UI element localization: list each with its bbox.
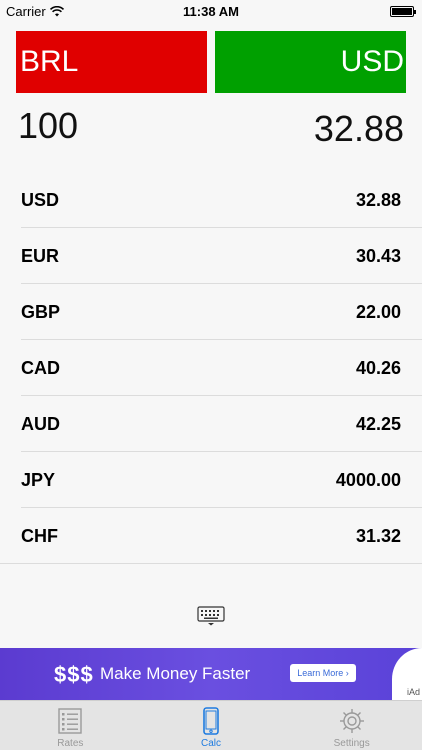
ad-dollars: $$$ xyxy=(54,662,94,687)
rate-value: 22.00 xyxy=(355,301,401,322)
rate-code: GBP xyxy=(21,301,61,322)
rate-value: 32.88 xyxy=(355,189,401,210)
rate-row[interactable]: GBP 22.00 xyxy=(0,284,422,340)
rate-code: USD xyxy=(21,189,60,210)
tab-rates[interactable]: Rates xyxy=(0,701,141,750)
rate-value: 4000.00 xyxy=(335,469,401,490)
phone-icon xyxy=(203,707,219,735)
rates-list: USD 32.88 EUR 30.43 GBP 22.00 CAD 40.26 … xyxy=(0,172,422,564)
rate-row[interactable]: EUR 30.43 xyxy=(0,228,422,284)
rate-row[interactable]: CAD 40.26 xyxy=(0,340,422,396)
to-currency-label: USD xyxy=(340,45,404,78)
rate-code: AUD xyxy=(21,413,60,434)
rate-row[interactable]: AUD 42.25 xyxy=(0,396,422,452)
list-icon xyxy=(58,708,83,734)
from-currency-label: BRL xyxy=(20,45,79,78)
from-currency-button[interactable]: BRL xyxy=(16,31,207,93)
rate-row[interactable]: JPY 4000.00 xyxy=(0,452,422,508)
rate-code: CHF xyxy=(21,525,58,546)
amount-input[interactable]: 100 xyxy=(18,105,78,147)
to-currency-button[interactable]: USD xyxy=(215,31,406,93)
rate-code: CAD xyxy=(21,357,60,378)
battery-icon xyxy=(390,6,416,17)
app-screen: Carrier 11:38 AM BRL USD 100 32.88 USD 3… xyxy=(0,0,422,750)
keyboard-icon[interactable] xyxy=(197,606,225,626)
rate-value: 30.43 xyxy=(355,245,401,266)
status-bar: Carrier 11:38 AM xyxy=(0,0,422,22)
tab-settings[interactable]: Settings xyxy=(281,701,422,750)
rate-code: EUR xyxy=(21,245,60,266)
ad-headline: Make Money Faster xyxy=(100,664,251,683)
result-value: 32.88 xyxy=(313,108,404,149)
status-time: 11:38 AM xyxy=(183,4,239,19)
iad-badge: iAd xyxy=(406,687,420,697)
ad-banner[interactable]: $$$ Make Money Faster Learn More › xyxy=(0,648,422,700)
rate-code: JPY xyxy=(21,469,56,490)
rate-value: 42.25 xyxy=(355,413,401,434)
tab-rates-label: Rates xyxy=(57,738,84,749)
ad-learn-more-button[interactable]: Learn More › xyxy=(290,664,356,682)
tab-settings-label: Settings xyxy=(333,738,370,749)
gear-icon xyxy=(339,709,364,733)
rate-row[interactable]: CHF 31.32 xyxy=(0,508,422,564)
rate-value: 31.32 xyxy=(355,525,401,546)
tab-bar: Rates Calc Settings xyxy=(0,700,422,750)
rate-row[interactable]: USD 32.88 xyxy=(0,172,422,228)
rate-value: 40.26 xyxy=(355,357,401,378)
tab-calc-label: Calc xyxy=(201,738,222,749)
tab-calc[interactable]: Calc xyxy=(141,701,282,750)
